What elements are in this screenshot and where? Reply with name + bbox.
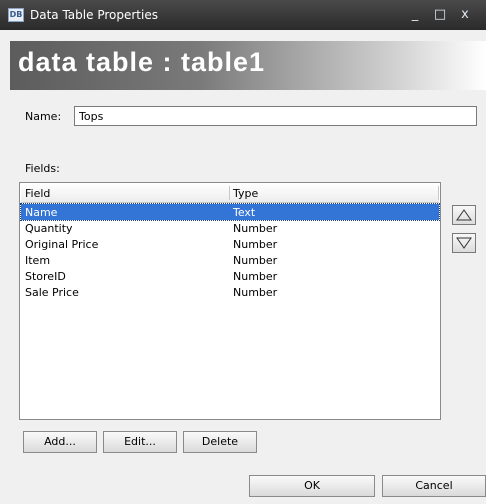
edit-button[interactable]: Edit...: [103, 431, 177, 453]
column-header-field[interactable]: Field: [25, 187, 50, 200]
fields-table[interactable]: Field Type Name Text Quantity Number Origina…: [19, 182, 441, 420]
column-divider[interactable]: [229, 186, 230, 200]
window-title: Data Table Properties: [30, 8, 158, 22]
move-up-button[interactable]: [452, 205, 476, 225]
triangle-down-icon: [456, 237, 472, 249]
column-divider[interactable]: [438, 186, 439, 200]
field-type-cell: Number: [233, 222, 278, 235]
field-type-cell: Number: [233, 254, 278, 267]
field-name-cell: Item: [25, 254, 51, 267]
maximize-button[interactable]: □: [431, 6, 449, 24]
field-type-cell: Text: [233, 206, 256, 219]
table-row[interactable]: Sale Price Number: [21, 284, 439, 300]
app-icon: DB: [8, 8, 24, 22]
banner-title: data table : table1: [18, 47, 266, 77]
field-name-cell: StoreID: [25, 270, 66, 283]
table-row[interactable]: Original Price Number: [21, 236, 439, 252]
add-button[interactable]: Add...: [23, 431, 97, 453]
name-label: Name:: [25, 110, 62, 123]
title-bar[interactable]: DB Data Table Properties _ □ x: [0, 0, 486, 30]
field-name-cell: Quantity: [25, 222, 73, 235]
triangle-up-icon: [456, 209, 472, 221]
ok-button[interactable]: OK: [249, 475, 375, 497]
header-banner: data table : table1: [10, 41, 486, 90]
field-name-cell: Original Price: [25, 238, 99, 251]
dialog-window: DB Data Table Properties _ □ x data tabl…: [0, 0, 486, 504]
field-type-cell: Number: [233, 238, 278, 251]
move-down-button[interactable]: [452, 233, 476, 253]
delete-button[interactable]: Delete: [183, 431, 257, 453]
cancel-button[interactable]: Cancel: [382, 475, 486, 497]
field-name-cell: Name: [25, 206, 58, 219]
field-type-cell: Number: [233, 270, 278, 283]
field-name-cell: Sale Price: [25, 286, 79, 299]
table-header: Field Type: [21, 184, 439, 203]
table-row[interactable]: StoreID Number: [21, 268, 439, 284]
table-row[interactable]: Name Text: [20, 203, 440, 221]
fields-label: Fields:: [25, 162, 60, 175]
minimize-button[interactable]: _: [406, 6, 424, 24]
close-button[interactable]: x: [456, 6, 474, 24]
column-header-type[interactable]: Type: [233, 187, 258, 200]
table-row[interactable]: Item Number: [21, 252, 439, 268]
field-type-cell: Number: [233, 286, 278, 299]
name-input[interactable]: [74, 106, 477, 126]
table-row[interactable]: Quantity Number: [21, 220, 439, 236]
